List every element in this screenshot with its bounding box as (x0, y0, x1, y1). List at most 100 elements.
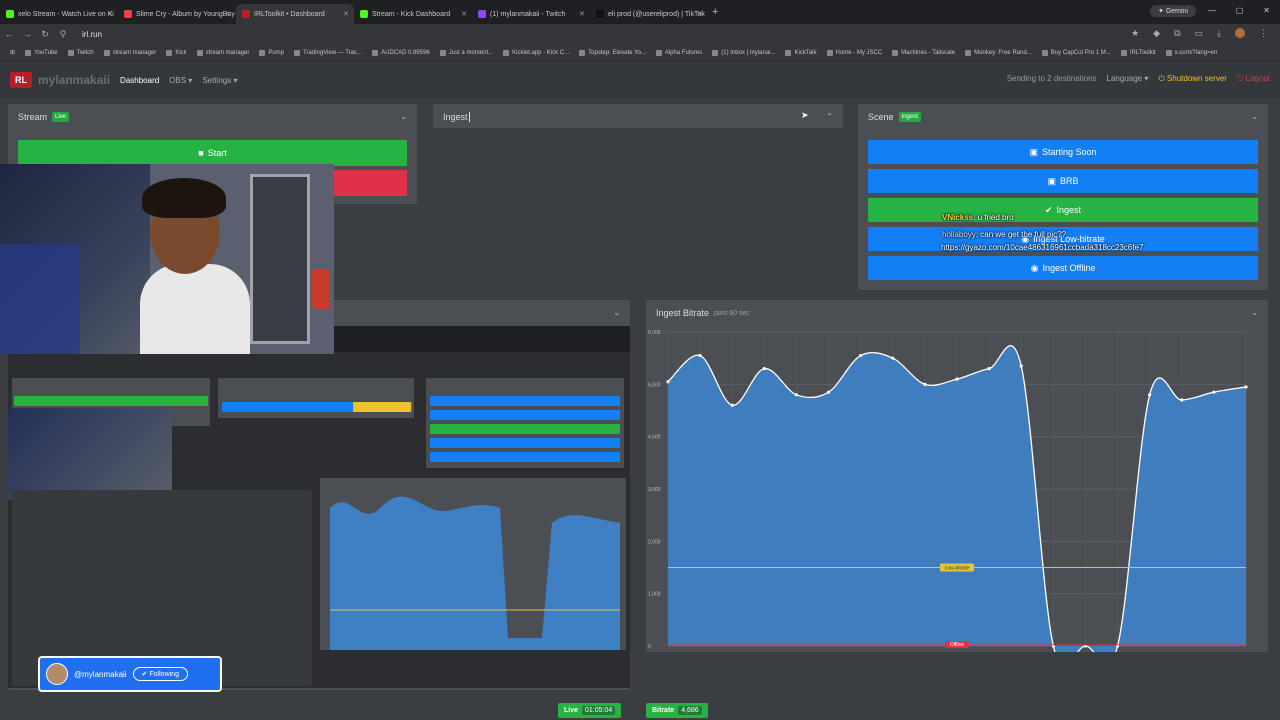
preview-scene-btn (430, 396, 620, 406)
tab-favicon-icon (124, 10, 132, 18)
minimize-icon[interactable]: — (1208, 6, 1216, 15)
start-stream-button[interactable]: ■ Start (18, 140, 407, 166)
bookmark-item[interactable]: TradingView — Trac... (294, 49, 362, 56)
bookmark-item[interactable]: Pump (259, 49, 285, 56)
nav-dashboard[interactable]: Dashboard (120, 76, 159, 85)
gemini-label: Gemini (1165, 8, 1188, 15)
reload-icon[interactable]: ↻ (36, 29, 54, 40)
bookmark-item[interactable]: Topstep: Elevate Yo... (579, 49, 646, 56)
apps-icon[interactable]: ⊞ (10, 49, 15, 56)
nav-obs-dropdown[interactable]: OBS ▾ (169, 76, 192, 85)
bookmark-item[interactable]: (1) Inbox | mylanai... (712, 49, 775, 56)
bitrate-chart-card: Ingest Bitrate past 60 sec ⌄ 0 1,000 2,000… (646, 300, 1268, 652)
bookmark-item[interactable]: Buy CapCut Pro 1 M... (1041, 49, 1111, 56)
bookmark-label: AUDCAD 0.89596 (381, 49, 430, 56)
close-tab-icon[interactable]: ✕ (225, 10, 231, 18)
browser-tab[interactable]: Slime Cry - Album by YoungBoy ✕ (118, 4, 236, 24)
follow-handle: @mylanmakaii (74, 669, 127, 679)
bookmark-item[interactable]: Kicklet.app - Kick C... (503, 49, 569, 56)
scene-button[interactable]: ✔ Ingest (868, 198, 1258, 222)
data-point (826, 390, 831, 394)
bookmark-label: IRLToolkit (1129, 49, 1156, 56)
led-light (0, 244, 80, 354)
tab-favicon-icon (596, 10, 604, 18)
bookmark-item[interactable]: Alpha Futures (655, 49, 702, 56)
menu-icon[interactable]: ⋮ (1259, 28, 1268, 39)
chevron-down-icon[interactable]: ⌄ (400, 112, 407, 121)
profile-avatar[interactable] (1235, 28, 1245, 38)
bitrate-card-header[interactable]: Ingest Bitrate past 60 sec ⌄ (646, 300, 1268, 326)
tab-favicon-icon (478, 10, 486, 18)
bookmark-label: Pump (268, 49, 285, 56)
browser-tab[interactable]: Stream - Kick Dashboard ✕ (354, 4, 472, 24)
shutdown-server-button[interactable]: ⏻ Shutdown server (1158, 74, 1227, 84)
y-tick-label: 2,000 (648, 539, 661, 545)
bookmark-item[interactable]: Twitch (67, 49, 94, 56)
browser-tab[interactable]: eli prod (@usereliprod) | TikTok ✕ (590, 4, 708, 24)
close-tab-icon[interactable]: ✕ (579, 10, 585, 18)
bitrate-value: 4,686 (678, 706, 702, 715)
scene-button[interactable]: ◉ Ingest Offline (868, 256, 1258, 280)
close-tab-icon[interactable]: ✕ (343, 10, 349, 18)
extension-icon[interactable]: ◆ (1153, 28, 1160, 39)
browser-tab[interactable]: (1) mylanmakaii - Twitch ✕ (472, 4, 590, 24)
tab-label: Stream - Kick Dashboard (372, 10, 451, 18)
back-icon[interactable]: ← (0, 29, 18, 39)
scene-button[interactable]: ▣ BRB (868, 169, 1258, 193)
bookmark-item[interactable]: IRLToolkit (1120, 49, 1156, 56)
bookmark-item[interactable]: Kick (166, 49, 187, 56)
forward-icon[interactable]: → (18, 29, 36, 39)
brand-logo[interactable]: RL mylanmakaii (10, 72, 110, 88)
browser-tab[interactable]: xelo Stream - Watch Live on Ki ✕ (0, 4, 118, 24)
nav-settings-dropdown[interactable]: Settings ▾ (202, 76, 237, 85)
bookmark-item[interactable]: x.com/?lang=en (1165, 49, 1217, 56)
chart-title: Ingest Bitrate (656, 308, 710, 318)
download-icon[interactable]: ⤓ (1217, 28, 1221, 39)
puzzle-icon[interactable]: ⧉ (1174, 28, 1180, 39)
preview-start (14, 396, 208, 406)
preview-scene-btn (430, 452, 620, 462)
chevron-up-icon[interactable]: ⌃ (826, 112, 833, 121)
logout-button[interactable]: ⎋ Logout (1237, 74, 1270, 84)
bookmark-item[interactable]: KickTalk (785, 49, 817, 56)
maximize-icon[interactable]: ▢ (1236, 6, 1244, 15)
bookmark-star-icon[interactable]: ★ (1131, 28, 1139, 39)
scene-card-header[interactable]: Scene Ingest ⌄ (858, 104, 1268, 130)
bookmark-item[interactable]: Just a moment... (439, 49, 494, 56)
bookmark-item[interactable]: stream manager (103, 49, 156, 56)
bookmark-item[interactable]: Machines - Tailscale (892, 49, 955, 56)
bookmark-favicon-icon (294, 49, 301, 56)
bookmark-label: Just a moment... (448, 49, 494, 56)
ingest-card: Ingest ➤ ⌃ (433, 104, 843, 128)
sidepanel-icon[interactable]: ▭ (1195, 28, 1204, 39)
close-window-icon[interactable]: ✕ (1263, 6, 1270, 15)
new-tab-button[interactable]: + (712, 6, 718, 18)
bookmark-item[interactable]: stream manager (196, 49, 249, 56)
chevron-down-icon[interactable]: ⌄ (1251, 308, 1258, 317)
close-tab-icon[interactable]: ✕ (697, 10, 703, 18)
language-dropdown[interactable]: Language ▾ (1107, 74, 1149, 84)
scene-button[interactable]: ▣ Starting Soon (868, 140, 1258, 164)
browser-tab[interactable]: IRLToolkit • Dashboard ✕ (236, 4, 354, 24)
avatar (46, 663, 68, 685)
gemini-button[interactable]: ✦ Gemini (1149, 5, 1196, 17)
bitrate-area (668, 345, 1246, 652)
following-button[interactable]: ✔ Following (132, 667, 188, 681)
ingest-title-input[interactable]: Ingest (443, 112, 470, 122)
close-tab-icon[interactable]: ✕ (107, 10, 113, 18)
y-tick-label: 6,000 (648, 330, 661, 336)
data-point (1180, 398, 1184, 402)
stream-card-header[interactable]: Stream Live ⌄ (8, 104, 417, 130)
chevron-down-icon[interactable]: ⌄ (613, 308, 620, 317)
url-input[interactable]: irl.run (82, 30, 102, 39)
chevron-down-icon[interactable]: ⌄ (1251, 112, 1258, 121)
site-info-icon[interactable]: ⚲ (54, 29, 72, 40)
tab-label: xelo Stream - Watch Live on Ki (18, 10, 114, 18)
bookmark-item[interactable]: Monkey: Free Rand... (965, 49, 1032, 56)
app-navbar: RL mylanmakaii Dashboard OBS ▾ Settings … (0, 62, 1280, 98)
bookmark-item[interactable]: YouTube (25, 49, 58, 56)
bookmark-item[interactable]: AUDCAD 0.89596 (372, 49, 430, 56)
bookmark-item[interactable]: Home - My JSCC (826, 49, 882, 56)
brand-name: mylanmakaii (38, 73, 111, 87)
close-tab-icon[interactable]: ✕ (461, 10, 467, 18)
